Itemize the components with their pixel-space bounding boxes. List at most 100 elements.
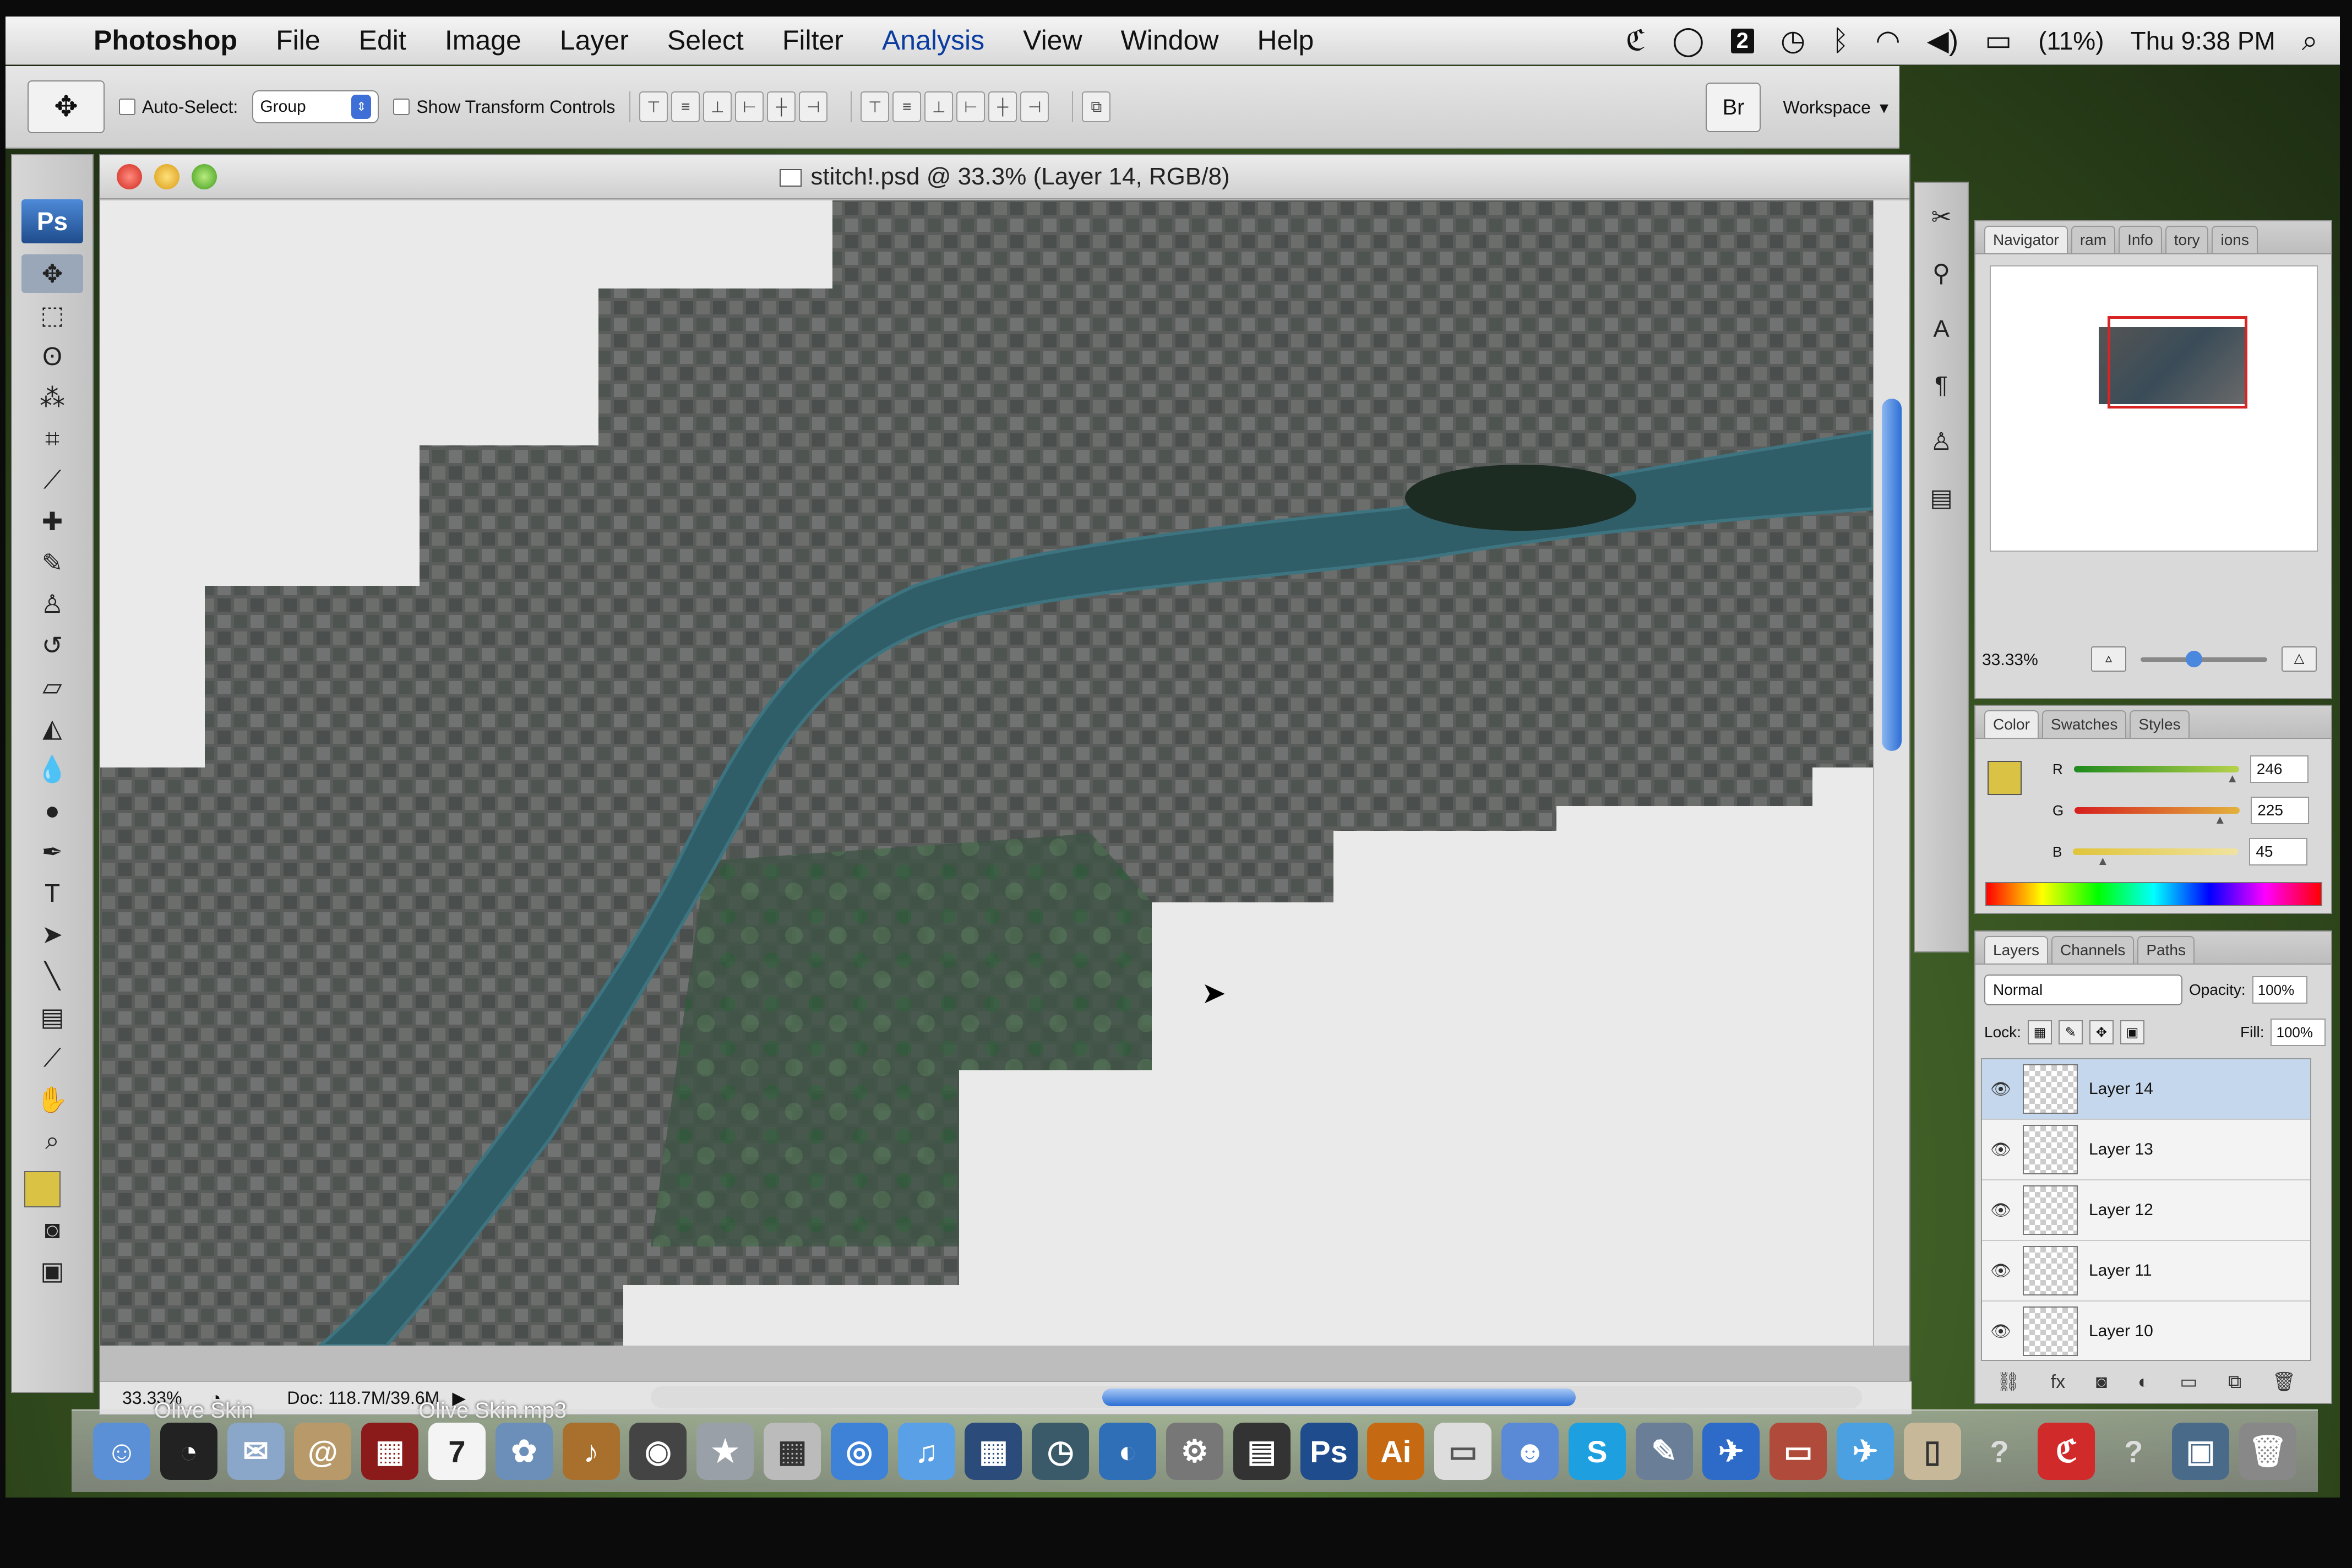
visibility-eye-icon[interactable]: 👁 bbox=[1990, 1201, 2012, 1220]
tab-history[interactable]: tory bbox=[2165, 226, 2209, 253]
bird-icon[interactable]: ✈ bbox=[1702, 1423, 1760, 1480]
visibility-eye-icon[interactable]: 👁 bbox=[1990, 1322, 2012, 1341]
layer-row[interactable]: 👁 Layer 13 bbox=[1982, 1120, 2310, 1180]
tab-actions[interactable]: ions bbox=[2212, 226, 2258, 253]
menu-help[interactable]: Help bbox=[1257, 24, 1314, 56]
menu-view[interactable]: View bbox=[1023, 24, 1082, 56]
spotlight-search-icon[interactable]: ⌕ bbox=[2302, 24, 2318, 58]
align-right-edges-icon[interactable]: ⊣ bbox=[799, 91, 828, 122]
link-layers-icon[interactable]: ⛓ bbox=[1996, 1371, 2020, 1393]
vertical-scrollbar[interactable] bbox=[1873, 200, 1909, 1346]
menu-image[interactable]: Image bbox=[445, 24, 521, 56]
time-machine-icon[interactable]: ◷ bbox=[1032, 1423, 1090, 1480]
menu-select[interactable]: Select bbox=[667, 24, 744, 56]
navigator-preview[interactable] bbox=[1990, 265, 2318, 552]
xcode-icon[interactable]: ✎ bbox=[1635, 1423, 1693, 1480]
document-title-bar[interactable]: stitch!.psd @ 33.3% (Layer 14, RGB/8) bbox=[100, 155, 1909, 199]
pen-tool-icon[interactable]: ✒ bbox=[21, 832, 83, 871]
lasso-tool-icon[interactable]: ʘ bbox=[21, 337, 83, 375]
new-group-icon[interactable]: ▭ bbox=[2180, 1371, 2197, 1393]
align-vertical-centers-icon[interactable]: ≡ bbox=[671, 91, 700, 122]
auto-align-layers-icon[interactable]: ⧉ bbox=[1082, 91, 1111, 122]
align-bottom-edges-icon[interactable]: ⊥ bbox=[703, 91, 732, 122]
layer-row[interactable]: 👁 Layer 10 bbox=[1982, 1302, 2310, 1360]
align-left-edges-icon[interactable]: ⊢ bbox=[735, 91, 764, 122]
distribute-top-icon[interactable]: ⊤ bbox=[861, 91, 890, 122]
eraser-tool-icon[interactable]: ▱ bbox=[21, 667, 83, 706]
tab-layers[interactable]: Layers bbox=[1984, 936, 2049, 963]
navigator-zoom-slider[interactable] bbox=[2141, 651, 2267, 667]
battery-icon[interactable]: ▭ bbox=[1985, 24, 2012, 57]
imovie-star-icon[interactable]: ★ bbox=[696, 1423, 754, 1480]
visibility-eye-icon[interactable]: 👁 bbox=[1990, 1140, 2012, 1159]
distribute-right-icon[interactable]: ⊣ bbox=[1020, 91, 1049, 122]
preview-icon[interactable]: ▭ bbox=[1434, 1423, 1492, 1480]
red-value[interactable]: 246 bbox=[2250, 755, 2309, 783]
volume-icon[interactable]: ◀) bbox=[1927, 24, 1958, 57]
dashboard-icon[interactable]: ◔ bbox=[160, 1423, 217, 1480]
menu-window[interactable]: Window bbox=[1121, 24, 1219, 56]
distribute-hcenter-icon[interactable]: ┼ bbox=[988, 91, 1017, 122]
foreground-color-swatch[interactable] bbox=[24, 1171, 61, 1207]
chat-bubble-icon[interactable]: ◯ bbox=[1672, 24, 1704, 57]
notes-tool-icon[interactable]: ▤ bbox=[21, 998, 83, 1036]
hand-tool-icon[interactable]: ✋ bbox=[21, 1080, 83, 1119]
mail-stamp-icon[interactable]: ✉ bbox=[227, 1423, 285, 1480]
desktop-icon[interactable]: ▣ bbox=[2172, 1423, 2230, 1480]
auto-select-checkbox[interactable]: Auto-Select: bbox=[119, 97, 238, 117]
tab-paths[interactable]: Paths bbox=[2137, 936, 2195, 963]
slider-knob-icon[interactable]: ▲ bbox=[2226, 771, 2239, 786]
tool-presets-icon[interactable]: ✂ bbox=[1919, 195, 1963, 239]
new-layer-icon[interactable]: ⧉ bbox=[2228, 1371, 2241, 1393]
visibility-eye-icon[interactable]: 👁 bbox=[1990, 1080, 2012, 1099]
finder-icon[interactable]: ☺ bbox=[92, 1423, 150, 1480]
tab-channels[interactable]: Channels bbox=[2051, 936, 2135, 963]
tab-color[interactable]: Color bbox=[1984, 710, 2039, 738]
adjustment-layer-icon[interactable]: ◐ bbox=[2138, 1371, 2149, 1393]
lock-all-icon[interactable]: ▣ bbox=[2120, 1020, 2144, 1044]
horizontal-scroll-thumb[interactable] bbox=[1102, 1389, 1576, 1406]
auto-select-dropdown[interactable]: Group ⇕ bbox=[252, 90, 379, 123]
creative-suite-menu-icon[interactable]: ℭ bbox=[1626, 24, 1646, 57]
clone-source-icon[interactable]: ♙ bbox=[1919, 420, 1963, 464]
skype-icon[interactable]: S bbox=[1568, 1423, 1626, 1480]
healing-brush-tool-icon[interactable]: ✚ bbox=[21, 502, 83, 541]
calculator-icon[interactable]: ▦ bbox=[764, 1423, 821, 1480]
keynote-icon[interactable]: ▭ bbox=[1770, 1423, 1827, 1480]
wifi-icon[interactable]: ◠ bbox=[1875, 24, 1900, 57]
document-proxy-icon[interactable] bbox=[780, 169, 802, 187]
garageband-icon[interactable]: ♪ bbox=[562, 1423, 620, 1480]
tab-swatches[interactable]: Swatches bbox=[2041, 710, 2127, 738]
move-tool-icon[interactable]: ✥ bbox=[21, 254, 83, 293]
lock-pixels-icon[interactable]: ✎ bbox=[2058, 1020, 2083, 1044]
system-prefs-icon[interactable]: ⚙ bbox=[1166, 1423, 1223, 1480]
spaces-badge[interactable]: 2 bbox=[1730, 28, 1754, 53]
ical-icon[interactable]: 7 bbox=[428, 1423, 486, 1480]
align-top-edges-icon[interactable]: ⊤ bbox=[639, 91, 668, 122]
screen-mode-icon[interactable]: ▣ bbox=[21, 1251, 83, 1290]
menu-app-photoshop[interactable]: Photoshop bbox=[94, 24, 237, 56]
layer-row[interactable]: 👁 Layer 12 bbox=[1982, 1180, 2310, 1241]
spaces-icon[interactable]: ▦ bbox=[965, 1423, 1022, 1480]
vertical-scroll-thumb[interactable] bbox=[1882, 399, 1902, 751]
help-icon[interactable]: ? bbox=[1971, 1423, 2028, 1480]
tab-styles[interactable]: Styles bbox=[2130, 710, 2190, 738]
layer-row[interactable]: 👁 Layer 11 bbox=[1982, 1241, 2310, 1302]
visibility-eye-icon[interactable]: 👁 bbox=[1990, 1261, 2012, 1281]
address-book-icon[interactable]: @ bbox=[294, 1423, 352, 1480]
photo-booth-icon[interactable]: ▦ bbox=[361, 1423, 419, 1480]
navigator-zoom-value[interactable]: 33.33% bbox=[1982, 651, 2038, 669]
crop-tool-icon[interactable]: ⌗ bbox=[21, 420, 83, 458]
fill-field[interactable]: 100% bbox=[2271, 1019, 2326, 1046]
menu-analysis[interactable]: Analysis bbox=[882, 24, 984, 56]
lock-position-icon[interactable]: ✥ bbox=[2089, 1020, 2114, 1044]
document-icon[interactable]: ▯ bbox=[1903, 1423, 1961, 1480]
green-slider[interactable]: ▲ bbox=[2075, 807, 2240, 826]
green-value[interactable]: 225 bbox=[2251, 797, 2310, 824]
tab-histogram[interactable]: ram bbox=[2071, 226, 2116, 253]
distribute-bottom-icon[interactable]: ⊥ bbox=[924, 91, 954, 122]
type-tool-icon[interactable]: T bbox=[21, 874, 83, 912]
illustrator-icon[interactable]: Ai bbox=[1367, 1423, 1425, 1480]
photoshop-icon[interactable]: Ps bbox=[1300, 1423, 1358, 1480]
navigator-view-box[interactable] bbox=[2108, 316, 2247, 409]
